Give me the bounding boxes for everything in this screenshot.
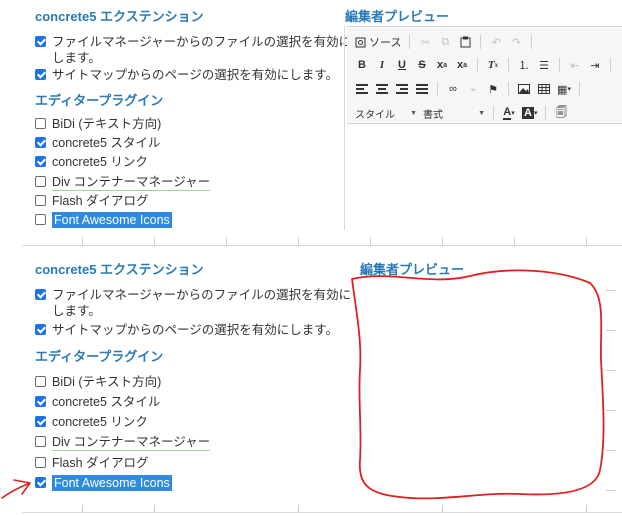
red-arrow-icon [1,479,31,499]
red-freehand-outline [351,269,605,500]
red-annotation-overlay [1,269,605,500]
